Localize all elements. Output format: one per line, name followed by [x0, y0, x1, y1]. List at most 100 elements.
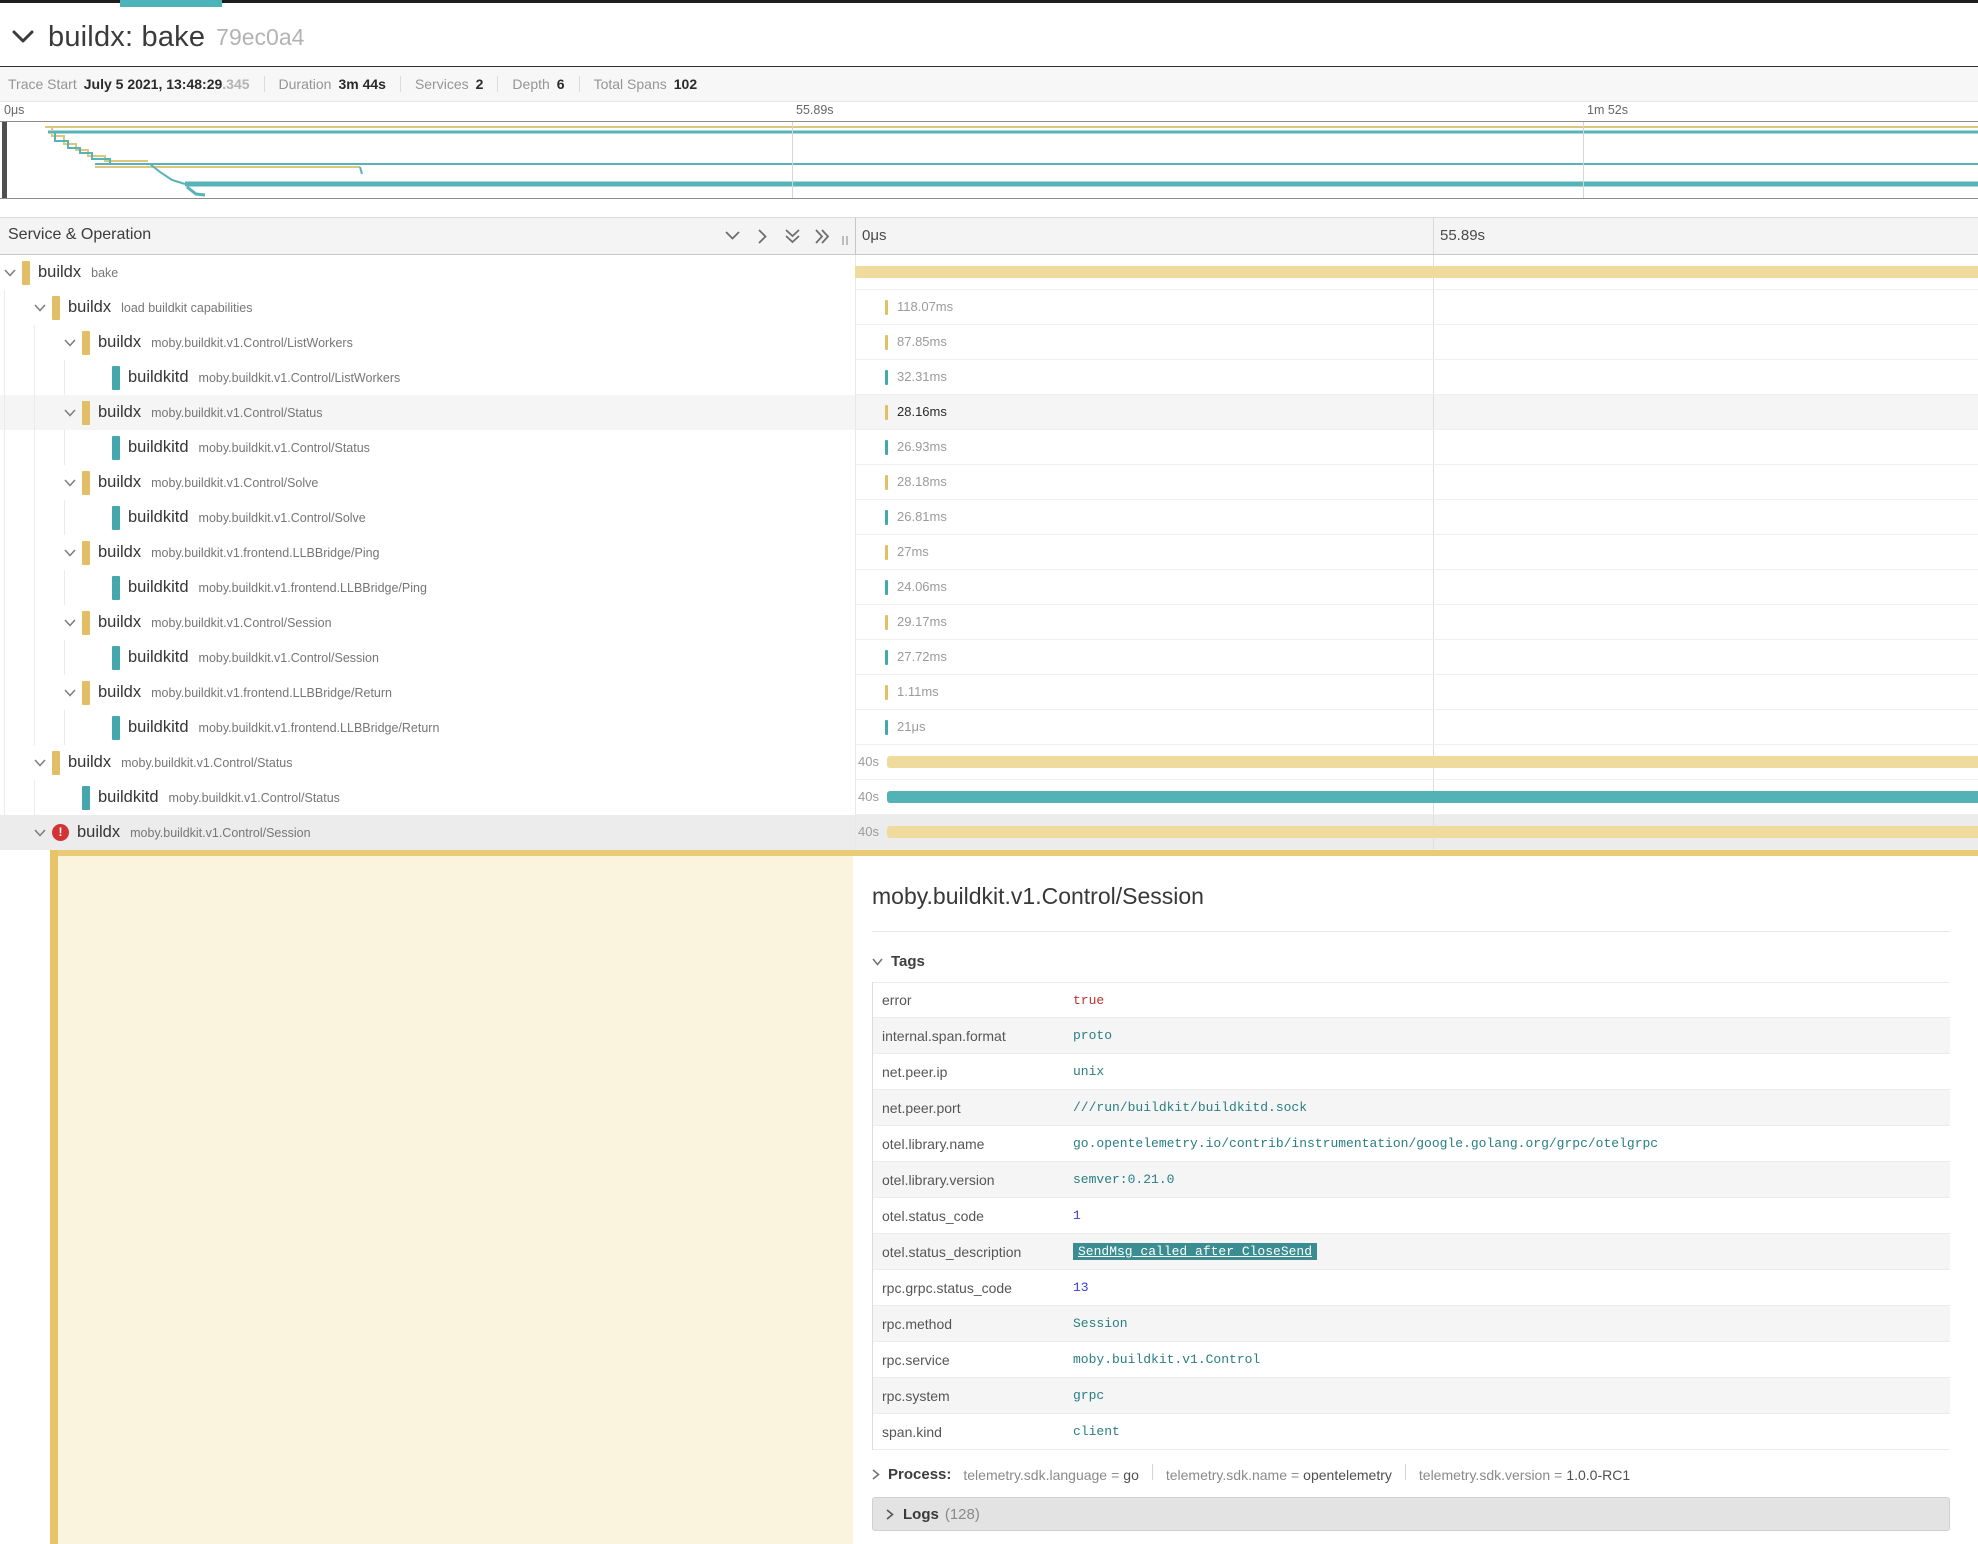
span-timeline-cell[interactable]: 28.18ms — [855, 465, 1978, 500]
span-timeline-cell[interactable]: 40s — [855, 815, 1978, 850]
chevron-spacer — [94, 640, 112, 675]
span-row[interactable]: !buildxmoby.buildkit.v1.Control/Session4… — [0, 815, 1978, 850]
span-row[interactable]: buildxmoby.buildkit.v1.Control/Status28.… — [0, 395, 1978, 430]
span-timeline-cell[interactable]: 24.06ms — [855, 570, 1978, 605]
span-row[interactable]: buildkitdmoby.buildkit.v1.frontend.LLBBr… — [0, 710, 1978, 745]
span-bar-tick[interactable] — [885, 615, 888, 630]
row-chevron-down-icon[interactable] — [64, 465, 82, 500]
span-bar-tick[interactable] — [885, 580, 888, 595]
column-divider[interactable] — [855, 218, 856, 254]
span-timeline-cell[interactable]: 26.93ms — [855, 430, 1978, 465]
span-row[interactable]: buildkitdmoby.buildkit.v1.Control/ListWo… — [0, 360, 1978, 395]
span-timeline-cell[interactable]: 32.31ms — [855, 360, 1978, 395]
row-chevron-down-icon[interactable] — [64, 325, 82, 360]
span-row[interactable]: buildxmoby.buildkit.v1.frontend.LLBBridg… — [0, 535, 1978, 570]
row-chevron-down-icon[interactable] — [4, 255, 22, 290]
span-timeline-cell[interactable]: 26.81ms — [855, 500, 1978, 535]
span-bar[interactable] — [887, 756, 1978, 768]
span-timeline-cell[interactable]: 21μs — [855, 710, 1978, 745]
tags-accordion-header[interactable]: Tags — [872, 953, 1950, 970]
span-name-cell[interactable]: buildxmoby.buildkit.v1.frontend.LLBBridg… — [0, 675, 855, 710]
span-name-cell[interactable]: buildkitdmoby.buildkit.v1.frontend.LLBBr… — [0, 570, 855, 605]
span-bar-tick[interactable] — [885, 370, 888, 385]
span-timeline-cell[interactable]: 87.85ms — [855, 325, 1978, 360]
span-row[interactable]: buildxmoby.buildkit.v1.Control/Status40s — [0, 745, 1978, 780]
minimap-viewport-handle[interactable] — [2, 122, 7, 198]
span-bar[interactable] — [887, 826, 1978, 838]
row-chevron-down-icon[interactable] — [64, 395, 82, 430]
span-name-cell[interactable]: buildkitdmoby.buildkit.v1.Control/Status — [0, 780, 855, 815]
span-timeline-cell[interactable]: 1.11ms — [855, 675, 1978, 710]
span-name-cell[interactable]: buildxmoby.buildkit.v1.Control/Solve — [0, 465, 855, 500]
span-timeline-cell[interactable]: 118.07ms — [855, 290, 1978, 325]
column-resize-grip[interactable] — [842, 236, 848, 245]
minimap-tick-label: 0μs — [4, 103, 24, 117]
meta-value-muted: .345 — [222, 76, 249, 92]
span-row[interactable]: buildxmoby.buildkit.v1.Control/Solve28.1… — [0, 465, 1978, 500]
collapse-trace-chevron-icon[interactable] — [12, 30, 34, 44]
span-timeline-cell[interactable] — [855, 255, 1978, 290]
span-bar-tick[interactable] — [885, 720, 888, 735]
span-name-cell[interactable]: buildxmoby.buildkit.v1.Control/Session — [0, 605, 855, 640]
span-row[interactable]: buildkitdmoby.buildkit.v1.Control/Sessio… — [0, 640, 1978, 675]
span-bar-tick[interactable] — [885, 685, 888, 700]
span-bar[interactable] — [887, 791, 1978, 803]
span-duration-label: 40s — [858, 824, 879, 839]
span-timeline-cell[interactable]: 40s — [855, 745, 1978, 780]
logs-accordion-header[interactable]: Logs (128) — [872, 1497, 1950, 1531]
span-timeline-cell[interactable]: 29.17ms — [855, 605, 1978, 640]
span-bar[interactable] — [855, 266, 1978, 278]
span-timeline-cell[interactable]: 40s — [855, 780, 1978, 815]
span-row[interactable]: buildxmoby.buildkit.v1.Control/Session29… — [0, 605, 1978, 640]
operation-name: load buildkit capabilities — [121, 301, 252, 315]
span-bar-tick[interactable] — [885, 545, 888, 560]
span-row[interactable]: buildxload buildkit capabilities118.07ms — [0, 290, 1978, 325]
collapse-all-icon[interactable] — [784, 228, 801, 245]
row-chevron-down-icon[interactable] — [34, 815, 52, 850]
indent-guide — [4, 675, 34, 710]
row-chevron-down-icon[interactable] — [64, 605, 82, 640]
span-row[interactable]: buildxmoby.buildkit.v1.Control/ListWorke… — [0, 325, 1978, 360]
span-name-cell[interactable]: buildkitdmoby.buildkit.v1.Control/Sessio… — [0, 640, 855, 675]
span-timeline-cell[interactable]: 28.16ms — [855, 395, 1978, 430]
span-name-cell[interactable]: buildkitdmoby.buildkit.v1.Control/Status — [0, 430, 855, 465]
span-row[interactable]: buildxmoby.buildkit.v1.frontend.LLBBridg… — [0, 675, 1978, 710]
span-name-cell[interactable]: buildkitdmoby.buildkit.v1.Control/Solve — [0, 500, 855, 535]
span-row[interactable]: buildkitdmoby.buildkit.v1.Control/Status… — [0, 430, 1978, 465]
span-name-cell[interactable]: buildxmoby.buildkit.v1.Control/Status — [0, 395, 855, 430]
span-name-cell[interactable]: buildxload buildkit capabilities — [0, 290, 855, 325]
row-chevron-down-icon[interactable] — [34, 745, 52, 780]
span-timeline-cell[interactable]: 27ms — [855, 535, 1978, 570]
span-row[interactable]: buildkitdmoby.buildkit.v1.Control/Status… — [0, 780, 1978, 815]
span-timeline-cell[interactable]: 27.72ms — [855, 640, 1978, 675]
span-row[interactable]: buildxbake — [0, 255, 1978, 290]
span-bar-tick[interactable] — [885, 335, 888, 350]
span-bar-tick[interactable] — [885, 405, 888, 420]
service-name: buildx — [98, 403, 141, 422]
span-bar-tick[interactable] — [885, 650, 888, 665]
span-name-cell[interactable]: buildkitdmoby.buildkit.v1.frontend.LLBBr… — [0, 710, 855, 745]
indent-guide — [4, 395, 34, 430]
row-chevron-down-icon[interactable] — [64, 535, 82, 570]
service-name: buildkitd — [128, 368, 189, 387]
span-name-cell[interactable]: buildxbake — [0, 255, 855, 290]
chevron-spacer — [94, 360, 112, 395]
row-chevron-down-icon[interactable] — [34, 290, 52, 325]
span-bar-tick[interactable] — [885, 510, 888, 525]
span-bar-tick[interactable] — [885, 300, 888, 315]
expand-all-icon[interactable] — [814, 228, 831, 245]
process-accordion-header[interactable]: Process: telemetry.sdk.language=goteleme… — [872, 1464, 1950, 1485]
span-bar-tick[interactable] — [885, 440, 888, 455]
collapse-one-icon[interactable] — [724, 228, 741, 245]
expand-one-icon[interactable] — [754, 228, 771, 245]
row-chevron-down-icon[interactable] — [64, 675, 82, 710]
span-name-cell[interactable]: buildxmoby.buildkit.v1.Control/ListWorke… — [0, 325, 855, 360]
span-name-cell[interactable]: buildxmoby.buildkit.v1.frontend.LLBBridg… — [0, 535, 855, 570]
trace-minimap[interactable] — [0, 121, 1978, 199]
span-name-cell[interactable]: !buildxmoby.buildkit.v1.Control/Session — [0, 815, 855, 850]
span-bar-tick[interactable] — [885, 475, 888, 490]
span-name-cell[interactable]: buildkitdmoby.buildkit.v1.Control/ListWo… — [0, 360, 855, 395]
span-row[interactable]: buildkitdmoby.buildkit.v1.frontend.LLBBr… — [0, 570, 1978, 605]
span-name-cell[interactable]: buildxmoby.buildkit.v1.Control/Status — [0, 745, 855, 780]
span-row[interactable]: buildkitdmoby.buildkit.v1.Control/Solve2… — [0, 500, 1978, 535]
